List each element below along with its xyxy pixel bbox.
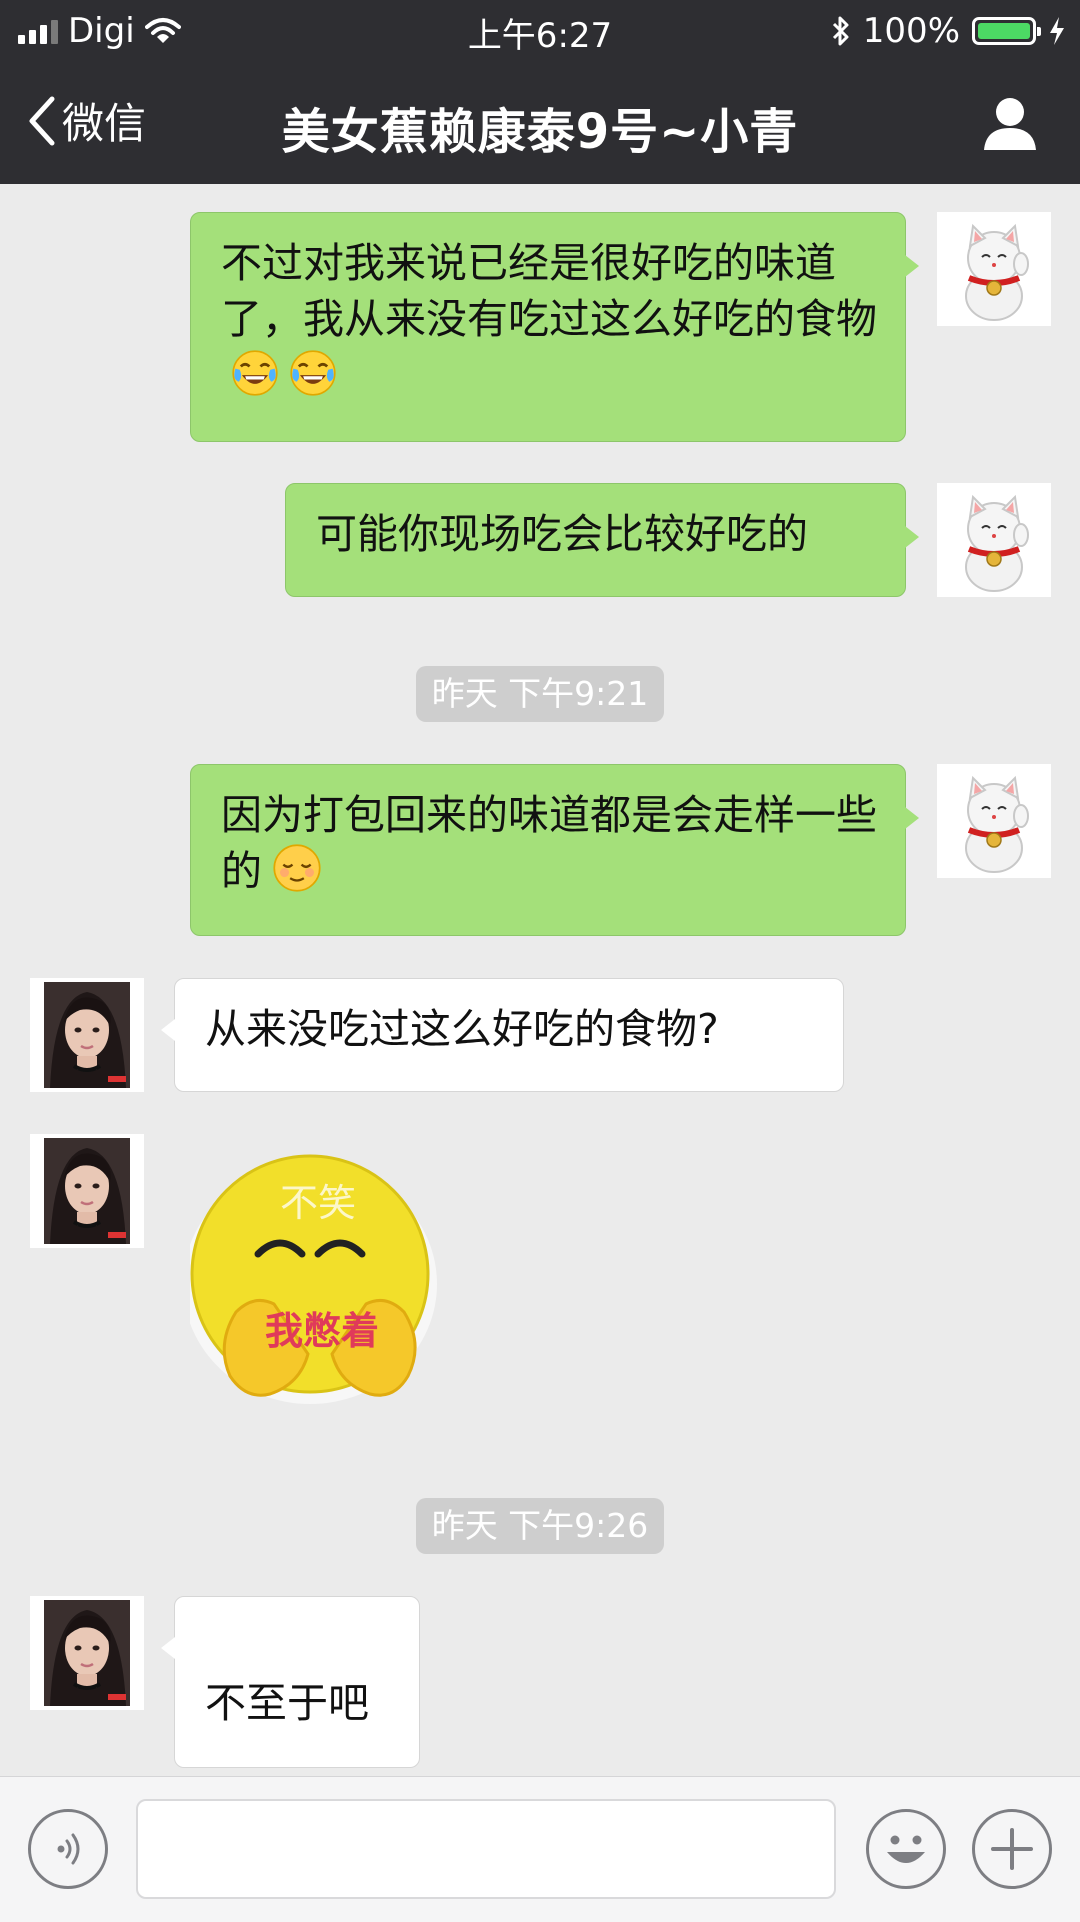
message-text: 从来没吃过这么好吃的食物? xyxy=(205,1005,719,1053)
woman-avatar-icon xyxy=(30,1134,144,1248)
chat-title: 美女蕉赖康泰9号~小青 xyxy=(281,104,799,160)
sticker-message[interactable]: 不笑 我憋着 xyxy=(183,1144,480,1418)
message-bubble-sent[interactable]: 因为打包回来的味道都是会走样一些的 xyxy=(190,764,919,936)
top-bar: Digi 上午6:27 100% 微信 美女蕉赖康泰9号~小青 xyxy=(0,0,1080,184)
charging-icon xyxy=(1050,17,1064,45)
message-bubble-received[interactable]: 不至于吧 xyxy=(161,1596,420,1768)
my-avatar[interactable] xyxy=(937,212,1051,326)
voice-icon xyxy=(57,1833,80,1865)
lucky-cat-avatar-icon xyxy=(937,764,1051,878)
contact-avatar[interactable] xyxy=(30,1134,144,1248)
battery-percent: 100% xyxy=(862,11,960,51)
message-text: 可能你现场吃会比较好吃的 xyxy=(316,510,808,558)
voice-button[interactable] xyxy=(28,1809,108,1889)
laughing-tears-emoji-icon xyxy=(231,349,279,397)
timestamp: 昨天 下午9:26 xyxy=(0,1498,1080,1554)
status-bar: Digi 上午6:27 100% xyxy=(0,0,1080,62)
message-bubble-sent[interactable]: 可能你现场吃会比较好吃的 xyxy=(285,483,919,597)
battery-icon xyxy=(972,17,1041,45)
relieved-face-emoji-icon xyxy=(273,844,321,892)
message-text: 不至于吧 xyxy=(205,1679,369,1727)
smiley-icon xyxy=(887,1835,925,1863)
bluetooth-icon xyxy=(832,16,849,46)
laughing-tears-emoji-icon xyxy=(289,349,337,397)
contact-avatar[interactable] xyxy=(30,978,144,1092)
status-right: 100% xyxy=(831,8,1066,54)
sticker-bottom-text: 我憋着 xyxy=(265,1308,379,1353)
timestamp-label: 昨天 下午9:26 xyxy=(415,1498,665,1554)
nav-bar: 微信 美女蕉赖康泰9号~小青 xyxy=(0,62,1080,184)
timestamp-label: 昨天 下午9:21 xyxy=(415,666,665,722)
sticker-top-text: 不笑 xyxy=(280,1181,356,1225)
message-text: 不过对我来说已经是很好吃的味道了，我从来没有吃过这么好吃的食物 xyxy=(221,239,877,343)
plus-icon xyxy=(991,1828,1033,1870)
message-input[interactable] xyxy=(136,1799,836,1899)
my-avatar[interactable] xyxy=(937,483,1051,597)
message-bubble-received[interactable]: 从来没吃过这么好吃的食物? xyxy=(161,978,844,1092)
lucky-cat-avatar-icon xyxy=(937,212,1051,326)
contact-avatar[interactable] xyxy=(30,1596,144,1710)
emoji-button[interactable] xyxy=(866,1809,946,1889)
lucky-cat-avatar-icon xyxy=(937,483,1051,597)
timestamp: 昨天 下午9:21 xyxy=(0,666,1080,722)
chat-area[interactable]: 不过对我来说已经是很好吃的味道了，我从来没有吃过这么好吃的食物 可能你现场吃会比… xyxy=(0,184,1080,1776)
my-avatar[interactable] xyxy=(937,764,1051,878)
chat-info-button[interactable] xyxy=(980,94,1040,154)
person-icon xyxy=(984,98,1036,150)
message-bubble-sent[interactable]: 不过对我来说已经是很好吃的味道了，我从来没有吃过这么好吃的食物 xyxy=(190,212,919,442)
covering-mouth-sticker-icon: 不笑 我憋着 xyxy=(183,1154,437,1404)
woman-avatar-icon xyxy=(30,978,144,1092)
woman-avatar-icon xyxy=(30,1596,144,1710)
more-button[interactable] xyxy=(972,1809,1052,1889)
input-bar xyxy=(0,1776,1080,1922)
